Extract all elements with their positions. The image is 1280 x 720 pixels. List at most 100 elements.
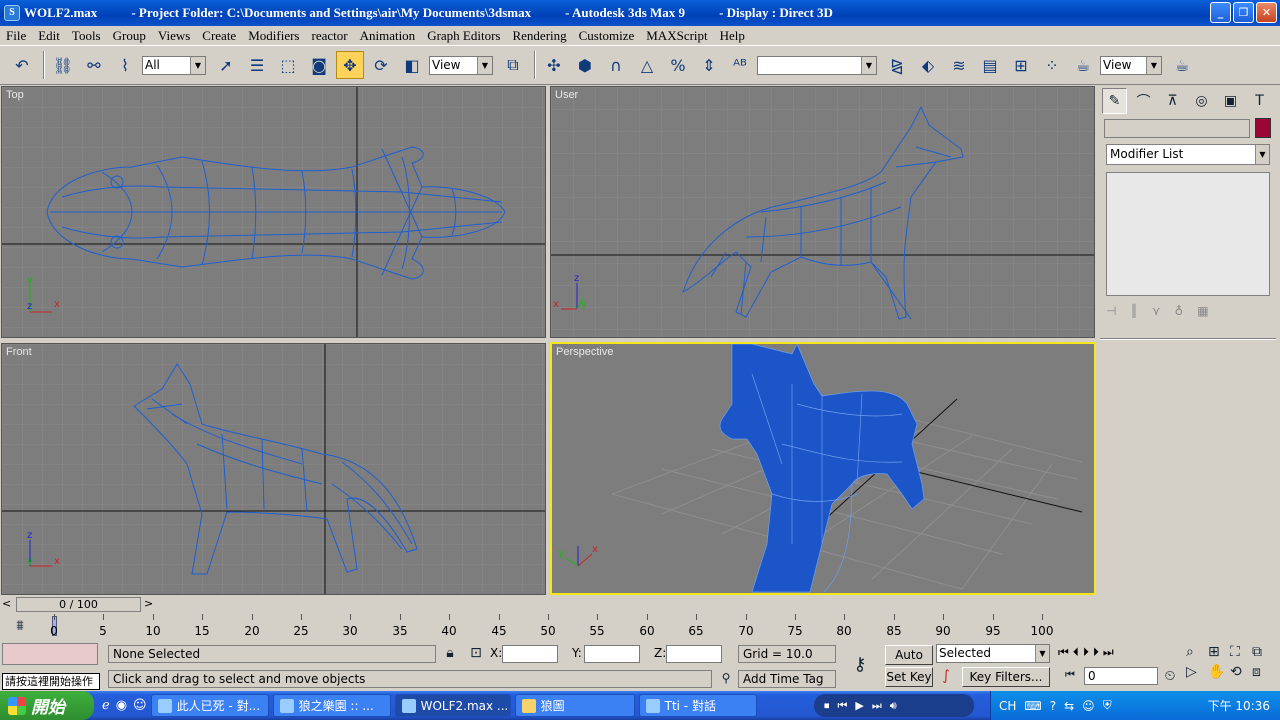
open-mini-curve-editor-icon[interactable]: ⩩ <box>10 618 30 634</box>
messenger-icon[interactable]: ☺ <box>133 698 147 713</box>
help-icon[interactable]: ? <box>1050 699 1056 713</box>
maxscript-listener-mini[interactable] <box>2 643 98 665</box>
viewport-label-perspective[interactable]: Perspective <box>556 346 613 358</box>
time-slider-track[interactable]: < 0 / 100 > <box>0 597 1100 613</box>
menu-edit[interactable]: Edit <box>32 28 66 44</box>
menu-animation[interactable]: Animation <box>354 28 422 44</box>
viewport-front[interactable]: x z y Front <box>1 343 546 595</box>
menu-reactor[interactable]: reactor <box>305 28 353 44</box>
x-coordinate-field[interactable] <box>502 645 558 663</box>
spinner-snap-icon[interactable]: ⇕ <box>695 51 723 79</box>
menu-group[interactable]: Group <box>107 28 152 44</box>
arc-rotate-icon[interactable]: ⟲ <box>1230 664 1252 680</box>
key-mode-toggle-icon[interactable]: ⏮ <box>1060 668 1080 682</box>
default-tangent-icon[interactable]: ∫ <box>936 668 956 684</box>
pivot-center-icon[interactable]: ⧉ <box>499 51 527 79</box>
material-editor-icon[interactable]: ⁘ <box>1038 51 1066 79</box>
remove-modifier-icon[interactable]: ♁ <box>1174 304 1183 318</box>
rotate-icon[interactable]: ⟳ <box>367 51 395 79</box>
play-icon[interactable]: ⏵ <box>1083 645 1089 660</box>
zoom-icon[interactable]: ⌕ <box>1186 644 1208 660</box>
select-object-icon[interactable]: ➚ <box>212 51 240 79</box>
media-icon[interactable]: ◉ <box>116 698 127 713</box>
menu-rendering[interactable]: Rendering <box>506 28 572 44</box>
taskbar-item-chat2[interactable]: Tti - 對話 <box>638 694 757 717</box>
named-selection-dropdown[interactable]: ▼ <box>757 55 877 75</box>
hierarchy-tab-icon[interactable]: ⊼ <box>1160 88 1185 114</box>
taskbar-item-browser[interactable]: 狼之樂園 :: ... <box>272 694 391 717</box>
viewport-user[interactable]: x z y User <box>550 86 1095 338</box>
set-key-button[interactable]: Set Key <box>885 667 933 687</box>
app-icon[interactable]: S <box>4 5 20 21</box>
add-time-tag-button[interactable]: Add Time Tag <box>738 670 836 688</box>
layer-manager-icon[interactable]: ≋ <box>945 51 973 79</box>
slider-next-icon[interactable]: > <box>144 597 153 610</box>
maximize-viewport-icon[interactable]: ⧈ <box>1252 664 1274 680</box>
reference-coordinate-dropdown[interactable]: View ▼ <box>429 55 493 75</box>
field-of-view-icon[interactable]: ▷ <box>1186 664 1208 680</box>
edit-named-selection-icon[interactable]: ᴬᴮ <box>726 51 754 79</box>
viewport-perspective[interactable]: x y Perspective <box>550 342 1096 595</box>
scale-icon[interactable]: ◧ <box>398 51 426 79</box>
menu-views[interactable]: Views <box>152 28 196 44</box>
angle-snap-icon[interactable]: △ <box>633 51 661 79</box>
zoom-extents-all-icon[interactable]: ⧉ <box>1252 644 1274 660</box>
time-tag-icon[interactable]: ⚲ <box>716 671 736 685</box>
percent-snap-icon[interactable]: % <box>664 51 692 79</box>
pan-icon[interactable]: ✋ <box>1208 664 1230 680</box>
time-slider[interactable]: 0 / 100 <box>16 597 141 612</box>
start-button[interactable]: 開始 <box>0 691 94 720</box>
time-configuration-icon[interactable]: ⏲ <box>1160 668 1180 684</box>
ie-icon[interactable]: ℯ <box>102 698 110 713</box>
bind-spacewarp-icon[interactable]: ⌇ <box>111 51 139 79</box>
security-icon[interactable]: ⛨ <box>1103 698 1112 713</box>
display-tab-icon[interactable]: ▣ <box>1218 88 1243 114</box>
ime-icon[interactable]: ⌨ <box>1024 699 1041 713</box>
next-frame-icon[interactable]: ⏵ <box>1093 645 1099 660</box>
menu-customize[interactable]: Customize <box>573 28 641 44</box>
next-track-icon[interactable]: ⏭ <box>872 699 882 713</box>
curve-editor-icon[interactable]: ▤ <box>976 51 1004 79</box>
select-link-icon[interactable]: ⛓ <box>49 51 77 79</box>
menu-create[interactable]: Create <box>196 28 242 44</box>
show-end-result-icon[interactable]: ║ <box>1130 304 1137 318</box>
slider-prev-icon[interactable]: < <box>2 597 11 610</box>
clock[interactable]: 下午 10:36 <box>1208 697 1270 714</box>
viewport-label-user[interactable]: User <box>555 89 578 101</box>
make-unique-icon[interactable]: ⋎ <box>1152 304 1161 318</box>
auto-key-button[interactable]: Auto Key <box>885 645 933 680</box>
lock-selection-icon[interactable]: 🔒︎ <box>440 645 460 661</box>
messenger-tray-icon[interactable]: ☺ <box>1082 699 1095 713</box>
pin-stack-icon[interactable]: ⊣ <box>1106 304 1116 318</box>
modifier-list-dropdown[interactable]: Modifier List ▼ <box>1106 144 1270 165</box>
menu-help[interactable]: Help <box>714 28 751 44</box>
menu-modifiers[interactable]: Modifiers <box>242 28 305 44</box>
viewport-top[interactable]: x y z Top <box>1 86 546 338</box>
go-to-start-icon[interactable]: ⏮ <box>1058 645 1069 660</box>
restore-button[interactable]: ❐ <box>1233 2 1254 23</box>
modifier-stack[interactable] <box>1106 172 1270 296</box>
go-to-end-icon[interactable]: ⏭ <box>1103 645 1114 660</box>
align-icon[interactable]: ⬖ <box>914 51 942 79</box>
unlink-icon[interactable]: ⚯ <box>80 51 108 79</box>
object-name-field[interactable] <box>1104 119 1250 138</box>
transform-mode-icon[interactable]: ⊡ <box>466 645 486 661</box>
network-icon[interactable]: ⇆ <box>1064 699 1074 713</box>
volume-icon[interactable]: 🔊︎ <box>890 699 897 713</box>
input-language[interactable]: CH <box>999 699 1016 713</box>
z-coordinate-field[interactable] <box>666 645 722 663</box>
region-select-icon[interactable]: ⬚ <box>274 51 302 79</box>
keyboard-shortcut-icon[interactable]: ⬢ <box>571 51 599 79</box>
menu-graph-editors[interactable]: Graph Editors <box>421 28 506 44</box>
render-view-dropdown[interactable]: View ▼ <box>1100 55 1162 75</box>
menu-maxscript[interactable]: MAXScript <box>640 28 713 44</box>
track-bar[interactable]: ⩩ 0 5 10 15 20 25 30 35 40 45 50 55 60 6… <box>0 614 1100 640</box>
previous-frame-icon[interactable]: ⏴ <box>1073 645 1079 660</box>
window-crossing-icon[interactable]: ◙ <box>305 51 333 79</box>
taskbar-item-chat1[interactable]: 此人已死 - 對... <box>150 694 269 717</box>
object-color-swatch[interactable] <box>1255 118 1271 138</box>
utilities-tab-icon[interactable]: T <box>1247 88 1272 114</box>
configure-sets-icon[interactable]: ▦ <box>1197 304 1208 318</box>
motion-tab-icon[interactable]: ◎ <box>1189 88 1214 114</box>
mirror-icon[interactable]: ⧎ <box>883 51 911 79</box>
